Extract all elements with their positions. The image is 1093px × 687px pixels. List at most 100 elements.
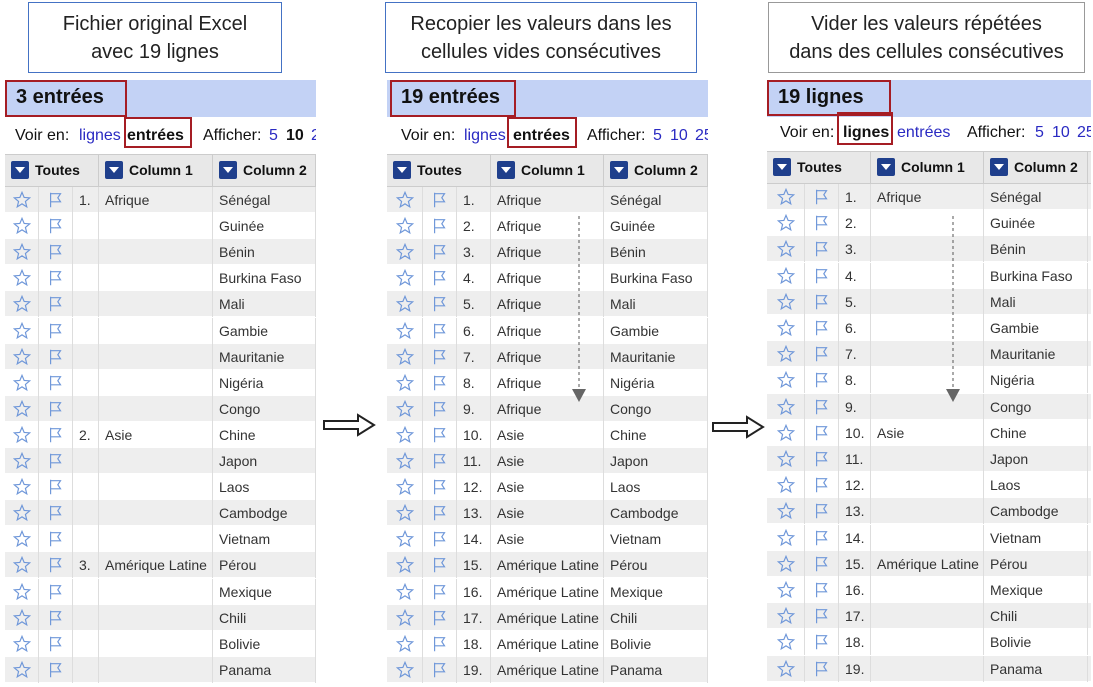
column-2-header[interactable]: Column 2 — [604, 155, 708, 186]
flag-icon[interactable] — [813, 398, 831, 416]
star-icon[interactable] — [776, 554, 796, 573]
column-1-cell[interactable] — [99, 604, 213, 631]
flag-icon[interactable] — [431, 243, 449, 261]
column-1-cell[interactable] — [871, 393, 984, 420]
column-2-cell[interactable]: Japon — [213, 448, 316, 474]
star-icon[interactable] — [12, 451, 32, 470]
column-1-cell[interactable]: Amérique Latine — [99, 552, 213, 579]
flag-icon[interactable] — [47, 374, 65, 392]
star-icon[interactable] — [12, 425, 32, 444]
flag-icon[interactable] — [813, 371, 831, 389]
dropdown-arrow-icon[interactable] — [773, 158, 791, 177]
flag-icon[interactable] — [47, 609, 65, 627]
flag-icon[interactable] — [813, 502, 831, 520]
star-icon[interactable] — [12, 243, 32, 261]
star-icon[interactable] — [776, 266, 796, 285]
flag-icon[interactable] — [47, 452, 65, 470]
star-icon[interactable] — [12, 556, 32, 574]
column-1-cell[interactable] — [99, 630, 213, 657]
column-2-cell[interactable]: Mauritanie — [604, 343, 708, 370]
star-icon[interactable] — [395, 451, 415, 470]
flag-icon[interactable] — [47, 191, 65, 209]
column-1-cell[interactable] — [99, 474, 213, 501]
flag-icon[interactable] — [47, 217, 65, 235]
star-icon[interactable] — [12, 660, 32, 679]
column-2-cell[interactable]: Pérou — [213, 552, 316, 579]
star-icon[interactable] — [776, 345, 796, 363]
flag-icon[interactable] — [813, 214, 831, 232]
flag-icon[interactable] — [813, 240, 831, 258]
flag-icon[interactable] — [47, 530, 65, 548]
star-icon[interactable] — [12, 582, 32, 601]
column-2-header[interactable]: Column 2 — [984, 152, 1088, 183]
column-1-cell[interactable] — [99, 213, 213, 240]
flag-icon[interactable] — [431, 452, 449, 470]
flag-icon[interactable] — [431, 635, 449, 653]
column-2-cell[interactable]: Gambie — [984, 315, 1088, 341]
column-1-cell[interactable]: Amérique Latine — [491, 578, 604, 605]
dropdown-arrow-icon[interactable] — [105, 161, 123, 180]
column-1-cell[interactable] — [871, 210, 984, 237]
flag-icon[interactable] — [813, 188, 831, 206]
column-2-cell[interactable]: Sénégal — [984, 184, 1088, 210]
column-1-cell[interactable]: Afrique — [99, 187, 213, 213]
column-2-cell[interactable]: Nigéria — [604, 369, 708, 396]
column-2-cell[interactable]: Chine — [604, 421, 708, 448]
flag-icon[interactable] — [47, 478, 65, 496]
flag-icon[interactable] — [813, 293, 831, 311]
flag-icon[interactable] — [813, 581, 831, 599]
star-icon[interactable] — [776, 397, 796, 416]
star-icon[interactable] — [395, 530, 415, 548]
column-2-cell[interactable]: Laos — [984, 472, 1088, 499]
flag-icon[interactable] — [47, 243, 65, 261]
column-2-cell[interactable]: Nigéria — [984, 367, 1088, 394]
column-1-cell[interactable] — [871, 367, 984, 394]
column-2-cell[interactable]: Guinée — [984, 210, 1088, 237]
column-1-cell[interactable] — [871, 603, 984, 630]
star-icon[interactable] — [12, 269, 32, 287]
dropdown-arrow-icon[interactable] — [497, 161, 515, 180]
star-icon[interactable] — [395, 190, 415, 209]
star-icon[interactable] — [776, 318, 796, 337]
star-icon[interactable] — [12, 321, 32, 340]
column-1-header[interactable]: Column 1 — [99, 155, 213, 186]
star-icon[interactable] — [776, 240, 796, 258]
column-2-cell[interactable]: Bénin — [604, 239, 708, 266]
star-icon[interactable] — [395, 216, 415, 235]
star-icon[interactable] — [776, 633, 796, 651]
column-2-cell[interactable]: Vietnam — [213, 526, 316, 553]
column-2-cell[interactable]: Japon — [604, 448, 708, 474]
column-2-cell[interactable]: Chine — [984, 419, 1088, 446]
column-2-cell[interactable]: Cambodge — [213, 500, 316, 527]
column-2-cell[interactable]: Panama — [604, 656, 708, 683]
star-icon[interactable] — [395, 347, 415, 366]
star-icon[interactable] — [776, 423, 796, 442]
column-1-cell[interactable]: Afrique — [491, 395, 604, 422]
star-icon[interactable] — [776, 476, 796, 494]
column-1-cell[interactable] — [99, 343, 213, 370]
column-1-cell[interactable]: Afrique — [491, 239, 604, 266]
star-icon[interactable] — [395, 269, 415, 287]
column-all-header[interactable]: Toutes — [767, 152, 871, 183]
flag-icon[interactable] — [431, 400, 449, 418]
page-size-10[interactable]: 10 — [286, 127, 304, 145]
column-1-cell[interactable] — [871, 236, 984, 263]
dropdown-arrow-icon[interactable] — [610, 161, 628, 180]
column-1-cell[interactable]: Asie — [491, 421, 604, 448]
flag-icon[interactable] — [813, 529, 831, 547]
dropdown-arrow-icon[interactable] — [11, 161, 29, 180]
column-1-cell[interactable] — [871, 262, 984, 289]
star-icon[interactable] — [12, 608, 32, 627]
flag-icon[interactable] — [431, 530, 449, 548]
page-size-5[interactable]: 5 — [1035, 124, 1044, 142]
star-icon[interactable] — [12, 347, 32, 366]
column-1-cell[interactable] — [99, 500, 213, 527]
column-2-cell[interactable]: Mali — [984, 288, 1088, 315]
column-2-cell[interactable]: Congo — [213, 395, 316, 422]
star-icon[interactable] — [776, 371, 796, 389]
column-2-cell[interactable]: Congo — [604, 395, 708, 422]
flag-icon[interactable] — [431, 661, 449, 679]
star-icon[interactable] — [776, 187, 796, 206]
flag-icon[interactable] — [431, 322, 449, 340]
flag-icon[interactable] — [47, 635, 65, 653]
